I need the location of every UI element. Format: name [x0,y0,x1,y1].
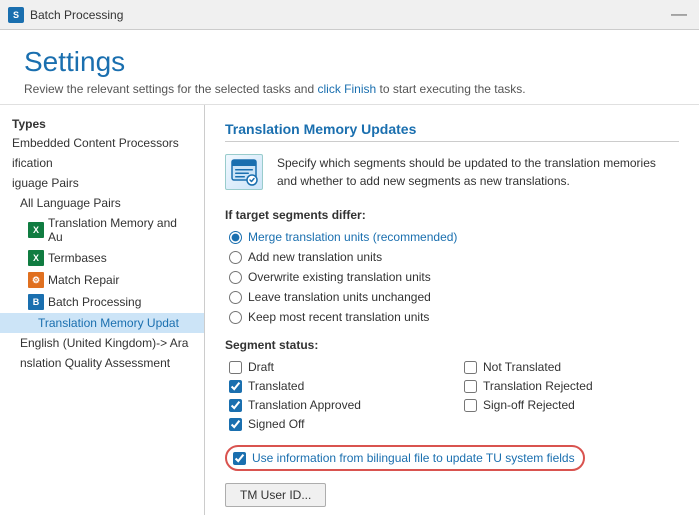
bilingual-label[interactable]: Use information from bilingual file to u… [252,451,575,465]
radio-keep-label[interactable]: Keep most recent translation units [248,310,429,324]
sidebar-label-termbases: Termbases [48,251,107,265]
checkbox-item-translation-rejected[interactable]: Translation Rejected [464,379,679,393]
sidebar-label-translation-quality: nslation Quality Assessment [20,356,170,370]
checkbox-draft-label[interactable]: Draft [248,360,274,374]
tm-svg-icon [230,158,258,186]
bilingual-row: Use information from bilingual file to u… [225,445,679,471]
checkbox-translation-rejected-label[interactable]: Translation Rejected [483,379,593,393]
radio-item-keep-recent[interactable]: Keep most recent translation units [229,310,679,324]
tm-icon-container [225,154,265,194]
header-desc-prefix: Review the relevant settings for the sel… [24,82,318,96]
finish-link[interactable]: click Finish [318,82,377,96]
checkbox-item-signoff-rejected[interactable]: Sign-off Rejected [464,398,679,412]
sidebar-label-tm-and-au: Translation Memory and Au [48,216,192,244]
radio-item-merge[interactable]: Merge translation units (recommended) [229,230,679,244]
radio-overwrite-label[interactable]: Overwrite existing translation units [248,270,431,284]
sidebar-label-language-pairs: iguage Pairs [12,176,79,190]
checkbox-signed-off[interactable] [229,418,242,431]
sidebar-label-english-uk: English (United Kingdom)-> Ara [20,336,188,350]
radio-add-new[interactable] [229,251,242,264]
checkbox-translation-rejected[interactable] [464,380,477,393]
radio-merge[interactable] [229,231,242,244]
if-target-differs-label: If target segments differ: [225,208,679,222]
tm-description: Specify which segments should be updated… [277,154,679,190]
radio-item-leave[interactable]: Leave translation units unchanged [229,290,679,304]
sidebar-item-translation-quality[interactable]: nslation Quality Assessment [0,353,204,373]
sidebar-label-all-language-pairs: All Language Pairs [20,196,121,210]
radio-keep[interactable] [229,311,242,324]
sidebar: Types Embedded Content Processors ificat… [0,105,205,515]
checkbox-grid-segment-status: Draft Not Translated Translated Translat… [225,360,679,431]
titlebar-title: Batch Processing [30,8,123,22]
sidebar-label-match-repair: Match Repair [48,273,119,287]
sidebar-label-embedded: Embedded Content Processors [12,136,179,150]
app-icon: S [8,7,24,23]
titlebar-left: S Batch Processing [8,7,123,23]
orange-icon-match-repair: ⚙ [28,272,44,288]
tm-icon-image [225,154,263,190]
checkbox-translation-approved[interactable] [229,399,242,412]
radio-overwrite[interactable] [229,271,242,284]
sidebar-item-verification[interactable]: ification [0,153,204,173]
sidebar-item-tm-and-au[interactable]: X Translation Memory and Au [0,213,204,247]
checkbox-item-draft[interactable]: Draft [229,360,444,374]
tm-user-id-button[interactable]: TM User ID... [225,483,326,507]
header-description: Review the relevant settings for the sel… [24,82,675,96]
radio-group-target-differs: Merge translation units (recommended) Ad… [225,230,679,324]
excel-icon-termbases: X [28,250,44,266]
sidebar-item-embedded[interactable]: Embedded Content Processors [0,133,204,153]
excel-icon-tm: X [28,222,44,238]
checkbox-not-translated-label[interactable]: Not Translated [483,360,561,374]
blue-icon-batch-processing: B [28,294,44,310]
checkbox-bilingual[interactable] [233,452,246,465]
content-panel: Translation Memory Updates Spe [205,105,699,515]
checkbox-item-translation-approved[interactable]: Translation Approved [229,398,444,412]
content-title: Translation Memory Updates [225,121,679,142]
checkbox-item-translated[interactable]: Translated [229,379,444,393]
sidebar-section-types: Types [0,113,204,133]
checkbox-item-not-translated[interactable]: Not Translated [464,360,679,374]
main-content: Types Embedded Content Processors ificat… [0,105,699,515]
sidebar-item-batch-processing[interactable]: B Batch Processing [0,291,204,313]
radio-leave[interactable] [229,291,242,304]
checkbox-signoff-rejected[interactable] [464,399,477,412]
titlebar: S Batch Processing — [0,0,699,30]
sidebar-item-english-uk[interactable]: English (United Kingdom)-> Ara [0,333,204,353]
checkbox-translated-label[interactable]: Translated [248,379,304,393]
sidebar-label-batch-processing: Batch Processing [48,295,141,309]
checkbox-item-signed-off[interactable]: Signed Off [229,417,444,431]
settings-header: Settings Review the relevant settings fo… [0,30,699,105]
sidebar-item-tm-update[interactable]: Translation Memory Updat [0,313,204,333]
sidebar-item-language-pairs[interactable]: iguage Pairs [0,173,204,193]
minimize-button[interactable]: — [667,6,691,24]
header-desc-suffix: to start executing the tasks. [376,82,525,96]
sidebar-item-all-language-pairs[interactable]: All Language Pairs [0,193,204,213]
segment-status-label: Segment status: [225,338,679,352]
sidebar-item-termbases[interactable]: X Termbases [0,247,204,269]
checkbox-translation-approved-label[interactable]: Translation Approved [248,398,361,412]
radio-add-new-label[interactable]: Add new translation units [248,250,382,264]
radio-merge-label[interactable]: Merge translation units (recommended) [248,230,457,244]
checkbox-translated[interactable] [229,380,242,393]
radio-item-add-new[interactable]: Add new translation units [229,250,679,264]
sidebar-label-tm-update: Translation Memory Updat [38,316,179,330]
radio-leave-label[interactable]: Leave translation units unchanged [248,290,431,304]
tm-update-header: Specify which segments should be updated… [225,154,679,194]
sidebar-item-match-repair[interactable]: ⚙ Match Repair [0,269,204,291]
checkbox-not-translated[interactable] [464,361,477,374]
checkbox-signed-off-label[interactable]: Signed Off [248,417,304,431]
checkbox-draft[interactable] [229,361,242,374]
radio-item-overwrite[interactable]: Overwrite existing translation units [229,270,679,284]
checkbox-signoff-rejected-label[interactable]: Sign-off Rejected [483,398,575,412]
bilingual-checkbox-wrapper[interactable]: Use information from bilingual file to u… [225,445,585,471]
tm-user-id-row: TM User ID... [225,483,679,507]
page-title: Settings [24,46,675,78]
sidebar-label-verification: ification [12,156,53,170]
